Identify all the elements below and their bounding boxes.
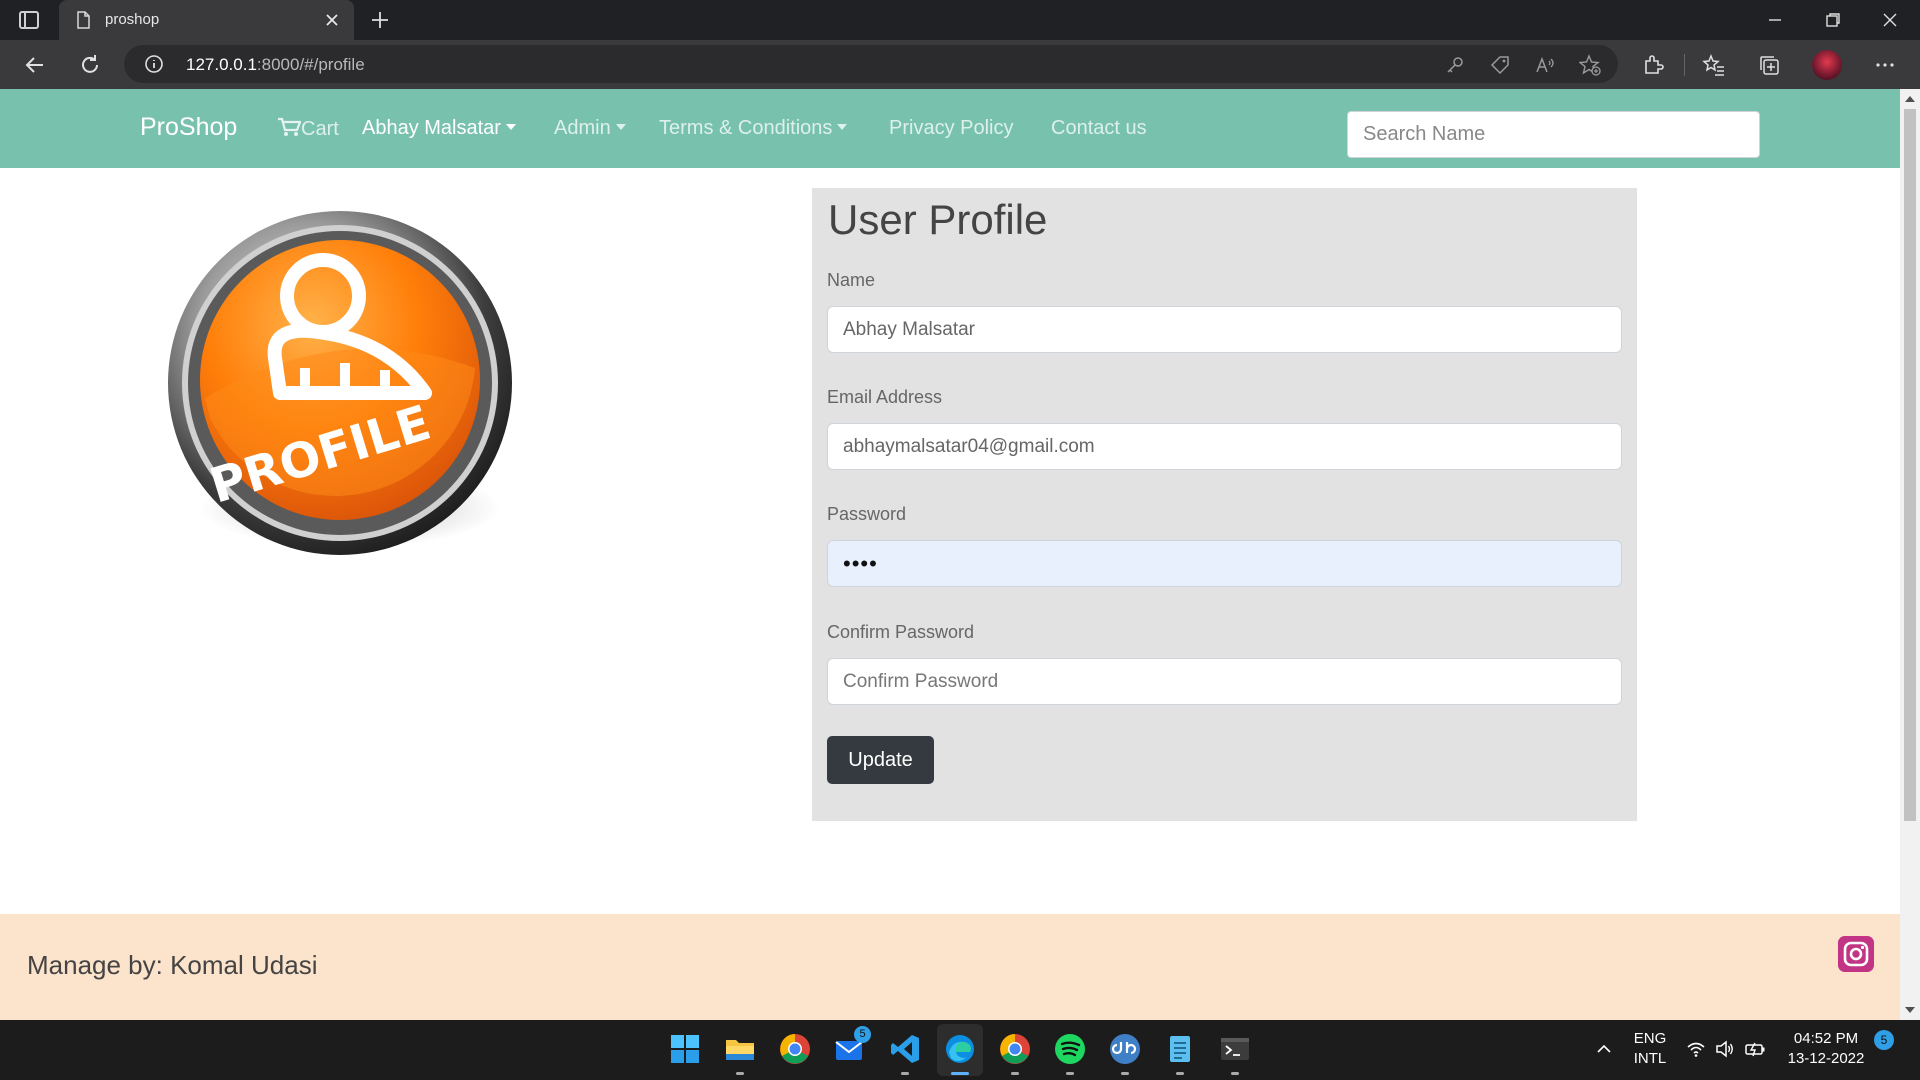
- coupon-tag-icon[interactable]: [1489, 54, 1511, 76]
- url-text: 127.0.0.1:8000/#/profile: [186, 55, 365, 75]
- chrome-icon[interactable]: [778, 1032, 812, 1066]
- minimize-icon[interactable]: [1763, 8, 1787, 32]
- update-button[interactable]: Update: [827, 736, 934, 784]
- refresh-icon[interactable]: [77, 52, 103, 78]
- favorites-icon[interactable]: [1702, 53, 1726, 77]
- notepad-running-indicator: [1176, 1072, 1184, 1075]
- nav-contact-link[interactable]: Contact us: [1051, 117, 1147, 140]
- nav-terms-dropdown[interactable]: Terms & Conditions: [659, 117, 848, 140]
- vscode-icon[interactable]: [888, 1032, 922, 1066]
- nav-admin-dropdown[interactable]: Admin: [554, 117, 626, 140]
- email-label: Email Address: [827, 387, 943, 407]
- edge-icon[interactable]: [943, 1032, 977, 1066]
- nav-cart-link[interactable]: Cart: [277, 117, 339, 141]
- nav-terms-label: Terms & Conditions: [659, 117, 833, 139]
- cart-icon: [278, 117, 302, 136]
- url-host: 127.0.0.1: [186, 55, 257, 74]
- windows-start-icon[interactable]: [668, 1032, 702, 1066]
- nav-privacy-link[interactable]: Privacy Policy: [889, 117, 1013, 140]
- wifi-icon[interactable]: [1686, 1039, 1706, 1059]
- language-code[interactable]: ENG: [1630, 1030, 1670, 1047]
- name-label: Name: [827, 270, 876, 290]
- spotify-icon[interactable]: [1053, 1032, 1087, 1066]
- nav-user-label: Abhay Malsatar: [362, 117, 501, 139]
- site-info-icon[interactable]: [144, 54, 164, 74]
- page-title: User Profile: [828, 196, 1048, 243]
- instagram-icon[interactable]: [1838, 936, 1874, 972]
- tab-actions-icon[interactable]: [16, 8, 42, 32]
- site-footer: Manage by: Komal Udasi: [0, 914, 1900, 1020]
- more-menu-icon[interactable]: [1873, 53, 1897, 77]
- read-aloud-icon[interactable]: [1534, 54, 1556, 76]
- scroll-down-icon[interactable]: [1905, 1007, 1915, 1013]
- browser-tab[interactable]: proshop: [59, 0, 354, 40]
- address-bar-row: 127.0.0.1:8000/#/profile: [0, 40, 1920, 89]
- profile-avatar[interactable]: [1812, 50, 1842, 80]
- email-field[interactable]: [827, 423, 1622, 470]
- scrollbar-thumb[interactable]: [1904, 109, 1916, 821]
- web-page: ProShop Cart Abhay Malsatar Admin Terms …: [0, 89, 1900, 1020]
- page-scrollbar[interactable]: [1900, 89, 1920, 1020]
- user-profile-card: User Profile Name Email Address Password…: [812, 188, 1637, 821]
- chevron-down-icon: [505, 124, 516, 131]
- footer-manage-text: Manage by: Komal Udasi: [27, 950, 318, 980]
- battery-icon[interactable]: [1744, 1039, 1766, 1059]
- chevron-down-icon: [615, 124, 626, 131]
- collections-icon[interactable]: [1757, 53, 1781, 77]
- file-explorer-running-indicator: [736, 1072, 744, 1075]
- terminal-icon[interactable]: [1218, 1032, 1252, 1066]
- password-field[interactable]: [827, 540, 1622, 587]
- add-favorite-icon[interactable]: [1579, 54, 1601, 76]
- extensions-icon[interactable]: [1641, 53, 1665, 77]
- windows-taskbar: 5 ENG INTL 04:52 PM 13-12-2022: [0, 1020, 1920, 1080]
- clock-date[interactable]: 13-12-2022: [1780, 1050, 1872, 1067]
- toolbar-divider: [1684, 54, 1685, 76]
- terminal-running-indicator: [1231, 1072, 1239, 1075]
- vscode-running-indicator: [901, 1072, 909, 1075]
- chrome-running-indicator: [1011, 1072, 1019, 1075]
- browser-tab-bar: proshop: [0, 0, 1920, 40]
- confirm-password-field[interactable]: [827, 658, 1622, 705]
- mail-badge: 5: [854, 1026, 871, 1043]
- file-explorer-icon[interactable]: [723, 1032, 757, 1066]
- close-window-icon[interactable]: [1878, 8, 1902, 32]
- password-key-icon[interactable]: [1444, 54, 1466, 76]
- spotify-running-indicator: [1066, 1072, 1074, 1075]
- url-bar[interactable]: 127.0.0.1:8000/#/profile: [124, 45, 1618, 83]
- page-icon: [77, 11, 90, 29]
- search-input[interactable]: [1347, 111, 1760, 158]
- qbittorrent-icon[interactable]: [1108, 1032, 1142, 1066]
- notepad-icon[interactable]: [1163, 1032, 1197, 1066]
- password-label: Password: [827, 504, 907, 524]
- confirm-password-label: Confirm Password: [827, 622, 975, 642]
- brand-logo[interactable]: ProShop: [140, 113, 237, 142]
- close-tab-icon[interactable]: [322, 10, 342, 30]
- restore-icon[interactable]: [1821, 8, 1845, 32]
- chevron-up-icon[interactable]: [1595, 1040, 1613, 1058]
- scroll-up-icon[interactable]: [1905, 96, 1915, 102]
- profile-badge-image: PROFILE: [168, 211, 512, 555]
- volume-icon[interactable]: [1715, 1039, 1735, 1059]
- notification-badge[interactable]: 5: [1874, 1030, 1894, 1050]
- new-tab-icon[interactable]: [368, 8, 392, 32]
- keyboard-layout[interactable]: INTL: [1630, 1050, 1670, 1067]
- back-icon[interactable]: [22, 52, 48, 78]
- edge-active-indicator: [951, 1072, 969, 1075]
- chrome-profile-icon[interactable]: [998, 1032, 1032, 1066]
- tab-title: proshop: [105, 11, 160, 28]
- name-field[interactable]: [827, 306, 1622, 353]
- nav-user-dropdown[interactable]: Abhay Malsatar: [362, 117, 516, 140]
- clock-time[interactable]: 04:52 PM: [1780, 1030, 1872, 1047]
- url-path: :8000/#/profile: [256, 55, 365, 74]
- site-navbar: ProShop Cart Abhay Malsatar Admin Terms …: [0, 89, 1900, 168]
- chevron-down-icon: [837, 124, 848, 131]
- qbittorrent-running-indicator: [1121, 1072, 1129, 1075]
- nav-cart-label: Cart: [301, 118, 339, 140]
- nav-admin-label: Admin: [554, 117, 611, 139]
